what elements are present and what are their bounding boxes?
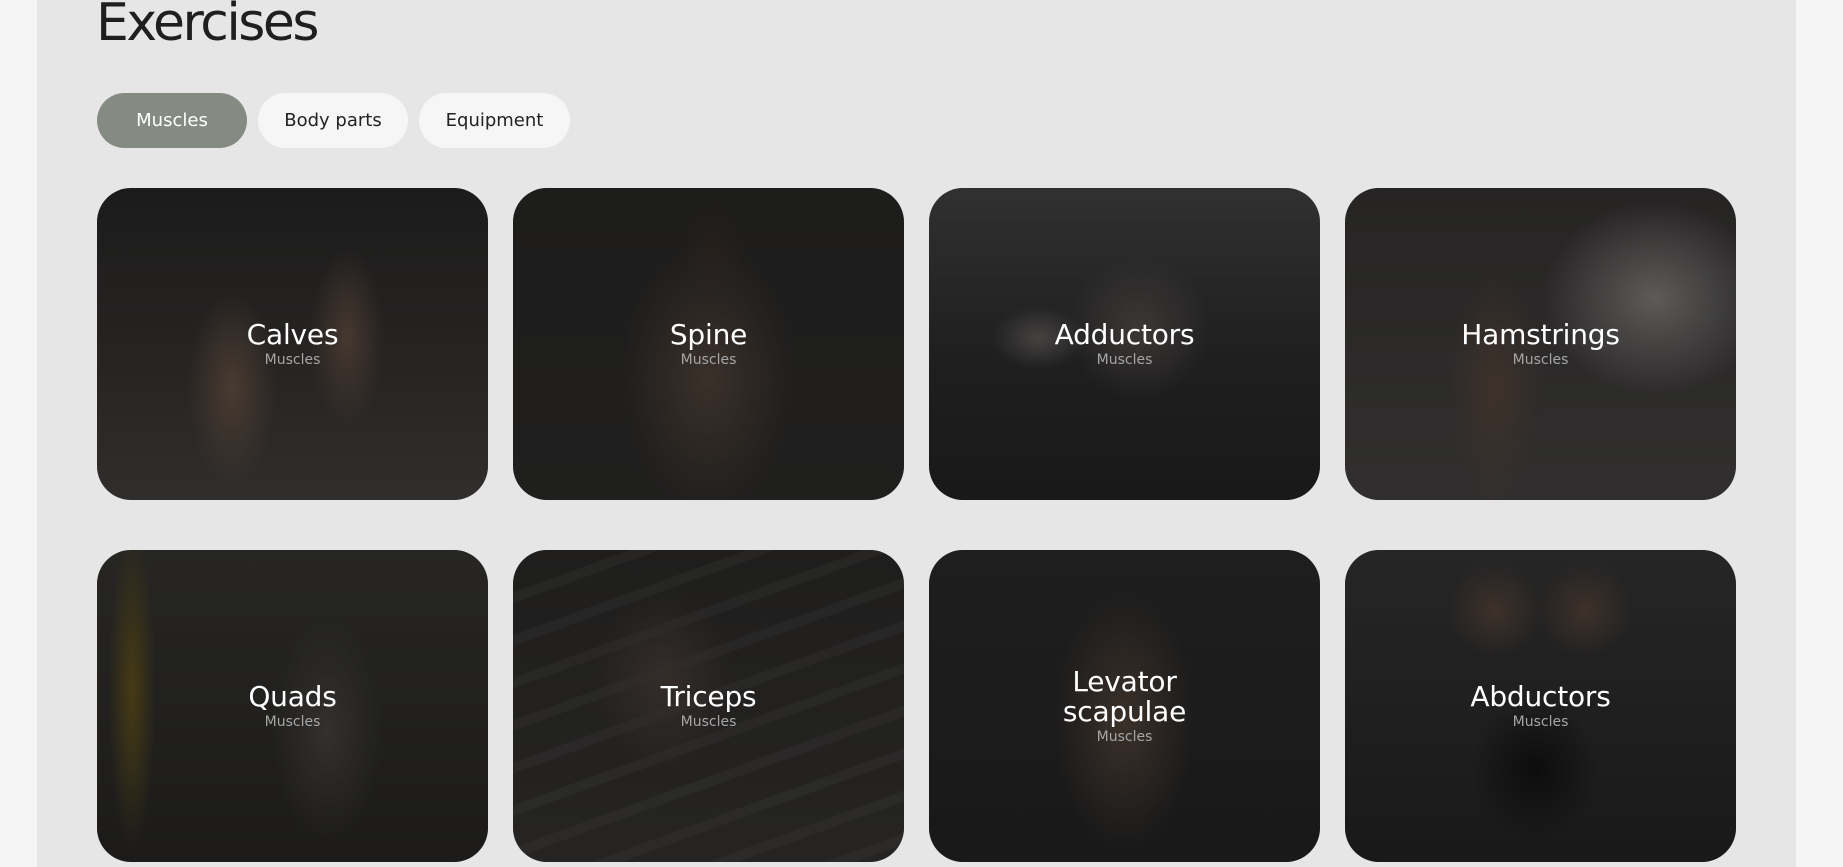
card-subtitle: Muscles: [264, 352, 321, 368]
card-caption: Spine Muscles: [513, 318, 904, 369]
card-caption: Triceps Muscles: [513, 680, 904, 731]
page-title: Exercises: [96, 0, 319, 53]
exercise-card-triceps[interactable]: Triceps Muscles: [513, 550, 904, 862]
card-caption: Calves Muscles: [97, 318, 488, 369]
card-caption: Hamstrings Muscles: [1345, 318, 1736, 369]
card-title: Triceps: [660, 680, 757, 713]
card-title-line-1: Levator: [1072, 665, 1177, 698]
exercise-card-adductors[interactable]: Adductors Muscles: [929, 188, 1320, 500]
category-tabs: Muscles Body parts Equipment: [97, 93, 570, 148]
tab-body-parts[interactable]: Body parts: [258, 93, 408, 148]
card-caption: Abductors Muscles: [1345, 680, 1736, 731]
card-title: Hamstrings: [1461, 318, 1620, 351]
card-caption: Adductors Muscles: [929, 318, 1320, 369]
exercise-card-calves[interactable]: Calves Muscles: [97, 188, 488, 500]
card-subtitle: Muscles: [264, 714, 321, 730]
card-subtitle: Muscles: [680, 714, 737, 730]
card-subtitle: Muscles: [1096, 729, 1153, 745]
card-caption: Levator scapulae Muscles: [929, 665, 1320, 746]
card-title: Adductors: [1054, 318, 1195, 351]
card-title: Quads: [248, 680, 337, 713]
card-title: Calves: [246, 318, 339, 351]
exercise-card-spine[interactable]: Spine Muscles: [513, 188, 904, 500]
tab-muscles[interactable]: Muscles: [97, 93, 247, 148]
card-title: Abductors: [1470, 680, 1611, 713]
card-subtitle: Muscles: [1096, 352, 1153, 368]
card-subtitle: Muscles: [1512, 714, 1569, 730]
card-title-line-2: scapulae: [1062, 695, 1187, 728]
card-caption: Quads Muscles: [97, 680, 488, 731]
exercise-card-hamstrings[interactable]: Hamstrings Muscles: [1345, 188, 1736, 500]
exercise-card-abductors[interactable]: Abductors Muscles: [1345, 550, 1736, 862]
card-subtitle: Muscles: [1512, 352, 1569, 368]
tab-equipment[interactable]: Equipment: [419, 93, 570, 148]
card-subtitle: Muscles: [680, 352, 737, 368]
card-title: Spine: [669, 318, 748, 351]
exercise-card-levator-scapulae[interactable]: Levator scapulae Muscles: [929, 550, 1320, 862]
exercise-card-quads[interactable]: Quads Muscles: [97, 550, 488, 862]
